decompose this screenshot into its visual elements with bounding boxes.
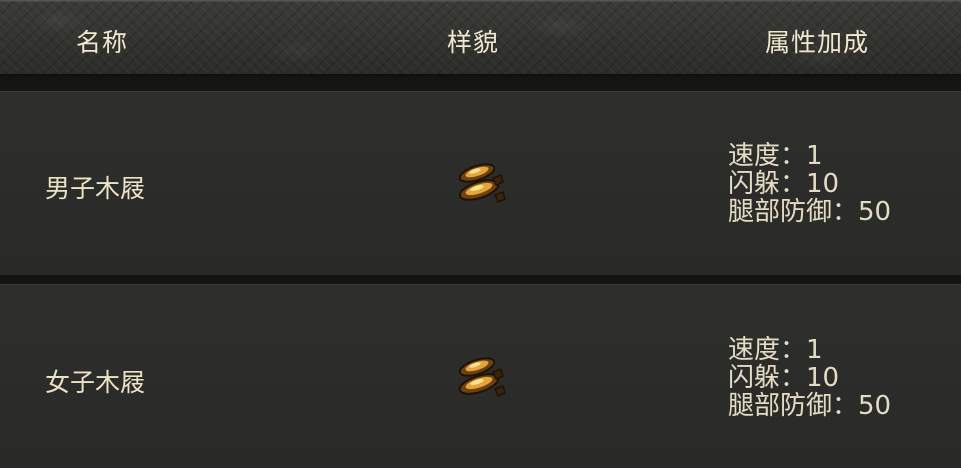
attribute-dodge: 闪躲：10: [728, 169, 840, 199]
row-divider: [0, 275, 961, 284]
table-row[interactable]: 男子木屐 速度：1 闪躲：10 腿部防御：50: [0, 91, 961, 275]
header-attributes: 属性加成: [765, 28, 870, 57]
table-header: 名称 样貌 属性加成: [0, 0, 961, 76]
attribute-dodge: 闪躲：10: [728, 363, 840, 393]
wooden-clogs-icon: [458, 357, 506, 397]
item-name: 男子木屐: [45, 174, 146, 203]
row-divider: [0, 76, 961, 91]
item-name: 女子木屐: [45, 368, 146, 397]
attribute-speed: 速度：1: [728, 141, 823, 171]
attribute-leg-defense: 腿部防御：50: [728, 197, 892, 227]
attribute-leg-defense: 腿部防御：50: [728, 391, 892, 421]
wooden-clogs-icon: [458, 163, 506, 203]
header-name: 名称: [76, 28, 129, 57]
table-row[interactable]: 女子木屐 速度：1 闪躲：10 腿部防御：50: [0, 284, 961, 468]
header-appearance: 样貌: [447, 28, 500, 57]
equipment-table: 名称 样貌 属性加成 男子木屐 速度：1 闪躲：10 腿部防御：50 女子木屐: [0, 0, 961, 468]
attribute-speed: 速度：1: [728, 335, 823, 365]
